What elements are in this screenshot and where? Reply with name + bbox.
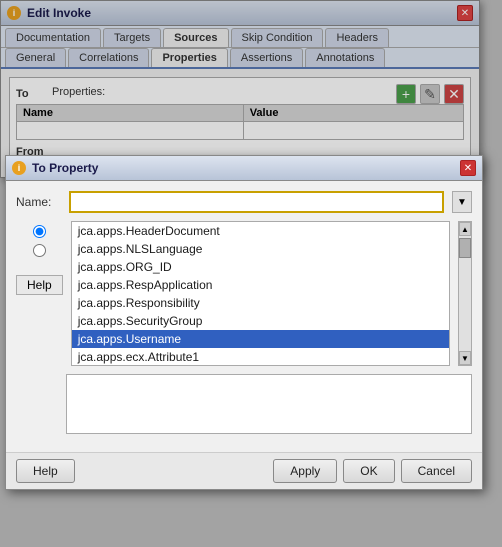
scroll-thumb[interactable]: [459, 238, 471, 258]
radio-item-2[interactable]: [33, 244, 46, 257]
radio-1[interactable]: [33, 225, 46, 238]
list-item[interactable]: jca.apps.ecx.Attribute1: [72, 348, 449, 366]
dialog-title-bar: i To Property ✕: [6, 156, 482, 181]
name-dropdown-button[interactable]: ▼: [452, 191, 472, 213]
apply-button[interactable]: Apply: [273, 459, 337, 483]
dialog-body: Name: ▼ Help jca.apps.HeaderDocument jca…: [6, 181, 482, 452]
footer-left: Help: [16, 459, 75, 483]
radio-column: Help: [16, 221, 63, 366]
value-area: [66, 374, 472, 434]
dialog-footer: Help Apply OK Cancel: [6, 452, 482, 489]
help-button[interactable]: Help: [16, 275, 63, 295]
to-property-dialog: i To Property ✕ Name: ▼ Help jca.a: [5, 155, 483, 490]
footer-right: Apply OK Cancel: [273, 459, 472, 483]
list-item[interactable]: jca.apps.HeaderDocument: [72, 222, 449, 240]
scroll-up-button[interactable]: ▲: [459, 222, 471, 236]
list-item[interactable]: jca.apps.NLSLanguage: [72, 240, 449, 258]
name-input[interactable]: [69, 191, 444, 213]
dialog-main: Help jca.apps.HeaderDocument jca.apps.NL…: [16, 221, 472, 366]
dialog-close-icon[interactable]: ✕: [460, 160, 476, 176]
name-row: Name: ▼: [16, 191, 472, 213]
list-item[interactable]: jca.apps.SecurityGroup: [72, 312, 449, 330]
scroll-down-button[interactable]: ▼: [459, 351, 471, 365]
dialog-title-icon: i: [12, 161, 26, 175]
dialog-title: To Property: [32, 161, 460, 175]
list-item[interactable]: jca.apps.RespApplication: [72, 276, 449, 294]
scroll-track: [459, 236, 471, 351]
list-item-selected[interactable]: jca.apps.Username: [72, 330, 449, 348]
dropdown-list[interactable]: jca.apps.HeaderDocument jca.apps.NLSLang…: [71, 221, 450, 366]
scrollbar[interactable]: ▲ ▼: [458, 221, 472, 366]
list-item[interactable]: jca.apps.Responsibility: [72, 294, 449, 312]
radio-item-1[interactable]: [33, 225, 46, 238]
ok-button[interactable]: OK: [343, 459, 394, 483]
help-footer-button[interactable]: Help: [16, 459, 75, 483]
cancel-button[interactable]: Cancel: [401, 459, 472, 483]
radio-2[interactable]: [33, 244, 46, 257]
name-field-label: Name:: [16, 195, 61, 209]
list-item[interactable]: jca.apps.ORG_ID: [72, 258, 449, 276]
